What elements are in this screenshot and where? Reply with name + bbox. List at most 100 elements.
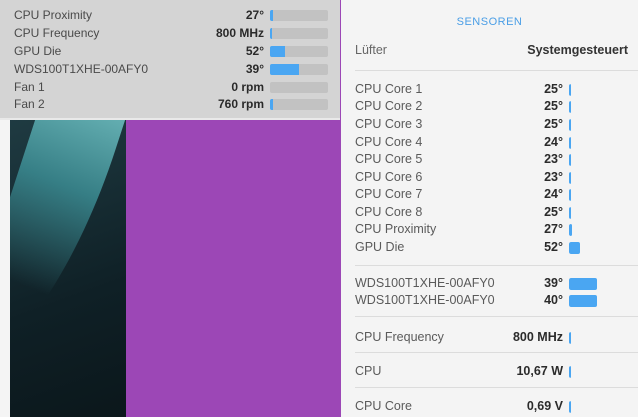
sensor-name: CPU Core 1 xyxy=(355,82,423,96)
divider xyxy=(355,387,638,388)
sensor-level-fill xyxy=(569,137,572,149)
sensor-name: GPU Die xyxy=(14,44,62,58)
sensor-name: CPU xyxy=(355,364,382,378)
sensor-level-bar xyxy=(569,278,625,290)
sensor-name: CPU Core 3 xyxy=(355,117,423,131)
sensor-level-fill xyxy=(270,99,273,110)
sensor-name: CPU Frequency xyxy=(14,26,100,40)
sensor-row-disk-1[interactable]: WDS100T1XHE-00AFY0 39° xyxy=(355,276,625,292)
sensor-level-bar xyxy=(569,172,625,184)
sensor-level-bar xyxy=(270,82,328,93)
sensor-level-fill xyxy=(569,295,597,307)
sensor-level-bar xyxy=(569,154,625,166)
sensor-row-cpu-core-5[interactable]: CPU Core 5 23° xyxy=(355,152,625,168)
sensor-level-fill xyxy=(569,119,572,131)
sensor-row-gpu-die[interactable]: GPU Die 52° xyxy=(355,240,625,256)
compact-row-fan-1[interactable]: Fan 1 0 rpm xyxy=(14,80,328,94)
compact-row-fan-2[interactable]: Fan 2 760 rpm xyxy=(14,97,328,111)
sensor-row-cpu-core-voltage[interactable]: CPU Core 0,69 V xyxy=(355,399,625,415)
sensor-level-bar xyxy=(569,119,625,131)
sensor-level-bar xyxy=(569,137,625,149)
sensor-level-fill xyxy=(569,366,571,378)
sensor-level-bar xyxy=(569,242,625,254)
sensor-level-bar xyxy=(270,10,328,21)
compact-row-disk[interactable]: WDS100T1XHE-00AFY0 39° xyxy=(14,62,328,76)
sensor-value: 25° xyxy=(544,117,563,131)
fan-label: Lüfter xyxy=(355,43,387,57)
compact-row-cpu-frequency[interactable]: CPU Frequency 800 MHz xyxy=(14,26,328,40)
sensor-name: CPU Frequency xyxy=(355,330,444,344)
sensor-level-bar xyxy=(569,189,625,201)
compact-row-cpu-proximity[interactable]: CPU Proximity 27° xyxy=(14,8,328,22)
sensor-level-fill xyxy=(270,28,272,39)
sensor-row-cpu-power[interactable]: CPU 10,67 W xyxy=(355,364,625,380)
sensor-value: 25° xyxy=(544,82,563,96)
sensor-level-bar xyxy=(270,46,328,57)
sensor-row-cpu-core-8[interactable]: CPU Core 8 25° xyxy=(355,205,625,221)
sensor-value: 0,69 V xyxy=(526,399,563,413)
sensor-row-cpu-core-7[interactable]: CPU Core 7 24° xyxy=(355,187,625,203)
compact-sensor-popup: CPU Proximity 27° CPU Frequency 800 MHz … xyxy=(0,0,340,120)
sensor-name: WDS100T1XHE-00AFY0 xyxy=(14,62,149,76)
sensor-level-bar xyxy=(569,84,625,96)
panel-title: SENSOREN xyxy=(456,16,523,28)
sensor-value: 25° xyxy=(544,205,563,219)
sensor-value: 800 MHz xyxy=(215,26,264,40)
sensor-value: 0 rpm xyxy=(231,80,264,94)
sensor-value: 39° xyxy=(544,276,563,290)
wallpaper-light-streak xyxy=(10,118,126,358)
sensor-name: Fan 1 xyxy=(14,80,45,94)
sensor-level-fill xyxy=(270,64,299,75)
sensor-level-fill xyxy=(569,242,581,254)
sensor-value: 24° xyxy=(544,187,563,201)
sensor-name: CPU Proximity xyxy=(14,8,93,22)
sensor-value: 40° xyxy=(544,293,563,307)
sensor-name: CPU Core xyxy=(355,399,412,413)
sensor-value: 25° xyxy=(544,99,563,113)
sensor-level-fill xyxy=(270,10,273,21)
sensor-name: CPU Core 2 xyxy=(355,99,423,113)
divider xyxy=(355,352,638,353)
sensor-level-bar xyxy=(569,101,625,113)
sensor-name: CPU Core 7 xyxy=(355,187,423,201)
divider xyxy=(355,70,638,71)
sensor-name: CPU Core 6 xyxy=(355,170,423,184)
compact-row-gpu-die[interactable]: GPU Die 52° xyxy=(14,44,328,58)
fan-mode-value[interactable]: Systemgesteuert xyxy=(527,43,628,57)
sensor-level-bar xyxy=(569,207,625,219)
sensor-level-fill xyxy=(569,224,572,236)
sensor-level-fill xyxy=(569,401,571,413)
sensor-level-fill xyxy=(569,101,572,113)
sensor-name: Fan 2 xyxy=(14,97,45,111)
sensor-name: CPU Core 5 xyxy=(355,152,423,166)
sensor-level-fill xyxy=(569,332,571,344)
sensor-row-cpu-core-3[interactable]: CPU Core 3 25° xyxy=(355,117,625,133)
sensor-name: CPU Proximity xyxy=(355,222,437,236)
sensor-level-bar xyxy=(569,401,625,413)
sensor-value: 760 rpm xyxy=(217,97,264,111)
wallpaper-image xyxy=(10,118,126,417)
sensor-row-cpu-proximity[interactable]: CPU Proximity 27° xyxy=(355,222,625,238)
sensor-level-bar xyxy=(569,224,625,236)
sensor-value: 27° xyxy=(245,8,264,22)
sensor-level-fill xyxy=(569,278,597,290)
sensor-level-bar xyxy=(270,64,328,75)
sensor-row-cpu-core-1[interactable]: CPU Core 1 25° xyxy=(355,82,625,98)
sensors-panel: SENSOREN Lüfter Systemgesteuert CPU Core… xyxy=(341,0,638,417)
sensor-value: 52° xyxy=(245,44,264,58)
sensor-level-fill xyxy=(569,154,572,166)
sensor-name: CPU Core 4 xyxy=(355,135,423,149)
sensor-row-cpu-core-4[interactable]: CPU Core 4 24° xyxy=(355,135,625,151)
desktop-window-edge xyxy=(0,118,10,417)
sensor-value: 27° xyxy=(544,222,563,236)
sensor-level-bar xyxy=(569,295,625,307)
divider xyxy=(355,316,638,317)
sensor-row-cpu-core-6[interactable]: CPU Core 6 23° xyxy=(355,170,625,186)
sensor-row-cpu-frequency[interactable]: CPU Frequency 800 MHz xyxy=(355,330,625,346)
sensor-level-bar xyxy=(569,332,625,344)
sensor-value: 23° xyxy=(544,170,563,184)
sensor-value: 52° xyxy=(544,240,563,254)
sensor-level-fill xyxy=(569,207,572,219)
sensor-row-disk-2[interactable]: WDS100T1XHE-00AFY0 40° xyxy=(355,293,625,309)
sensor-row-cpu-core-2[interactable]: CPU Core 2 25° xyxy=(355,99,625,115)
